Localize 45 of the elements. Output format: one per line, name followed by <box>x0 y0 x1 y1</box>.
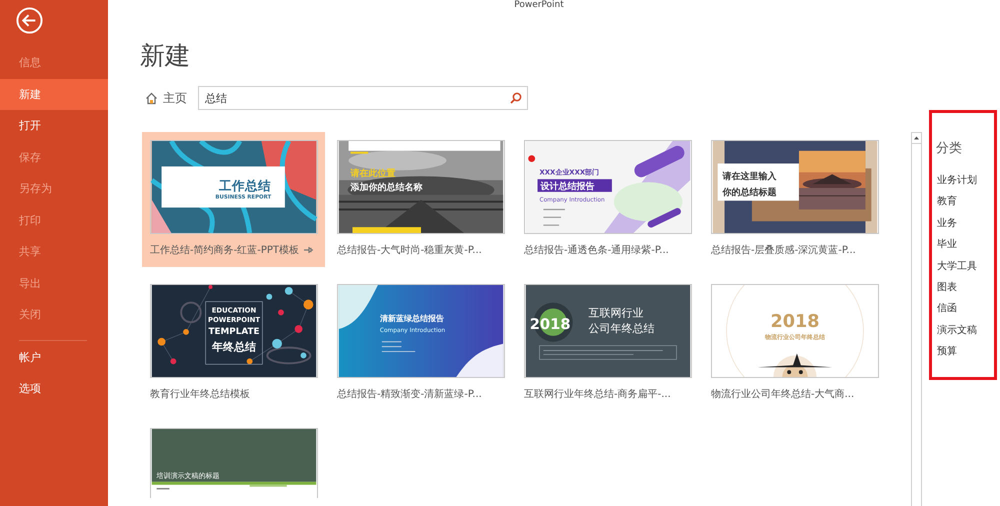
category-link[interactable]: 预算 <box>937 341 994 363</box>
template-card[interactable]: 请在此位置 添加你的总结名称 总结报告-大气时尚-稳重灰黄-P... <box>329 132 512 267</box>
page-heading: 新建 <box>140 40 190 72</box>
slide-text: 你的总结标题 <box>722 188 777 198</box>
category-link[interactable]: 演示文稿 <box>937 320 994 342</box>
home-link[interactable]: 主页 <box>145 90 187 106</box>
home-icon <box>145 92 158 104</box>
slide-thumbnail[interactable]: 请在这里输入 你的总结标题 <box>711 140 879 234</box>
category-link[interactable]: 毕业 <box>937 234 994 256</box>
pin-icon[interactable] <box>303 245 313 255</box>
slide-text: 2018 <box>770 312 820 332</box>
sidebar-item[interactable]: 选项 <box>0 373 108 404</box>
scrollbar[interactable] <box>911 132 922 506</box>
slide-text: 请在这里输入 <box>722 172 777 182</box>
window-title: PowerPoint <box>514 0 564 12</box>
template-title: 总结报告-层叠质感-深沉黄蓝-P... <box>711 244 856 257</box>
sidebar-item[interactable]: 帐户 <box>0 342 108 373</box>
slide-text: TEMPLATE <box>208 326 260 337</box>
template-title: 总结报告-通透色条-通用绿紫-P... <box>524 244 669 257</box>
search-field[interactable]: 总结 <box>198 86 528 110</box>
slide-text: 公司年终总结 <box>588 322 654 335</box>
slide-text: 请在此位置 <box>350 169 396 180</box>
template-title: 总结报告-大气时尚-稳重灰黄-P... <box>337 244 482 257</box>
template-title: 教育行业年终总结模板 <box>150 388 250 401</box>
category-link[interactable]: 图表 <box>937 277 994 298</box>
slide-text: 工作总结 <box>219 178 272 193</box>
category-link[interactable]: 大学工具 <box>937 256 994 278</box>
slide-text: 年终总结 <box>212 340 256 354</box>
category-link[interactable]: 业务计划 <box>937 170 994 192</box>
slide-text: 互联网行业 <box>588 306 644 320</box>
category-heading: 分类 <box>935 140 963 158</box>
category-link[interactable]: 教育 <box>937 191 994 213</box>
template-title: 总结报告-精致渐变-清新蓝绿-P... <box>337 388 482 401</box>
template-title: 工作总结-简约商务-红蓝-PPT模板 <box>150 244 299 257</box>
slide-thumbnail[interactable]: 请在此位置 添加你的总结名称 <box>337 140 505 234</box>
sidebar-item[interactable]: 打开 <box>0 110 108 142</box>
back-icon[interactable] <box>16 7 43 34</box>
template-card[interactable]: 请在这里输入 你的总结标题 总结报告-层叠质感-深沉黄蓝-P... <box>703 132 886 267</box>
template-title: 物流行业公司年终总结-大气商... <box>711 388 854 401</box>
category-link[interactable]: 业务 <box>937 212 994 234</box>
slide-text: 设计总结报告 <box>540 182 594 192</box>
slide-text: 添加你的总结名称 <box>350 182 423 193</box>
slide-text: 清新蓝绿总结报告 <box>380 314 444 324</box>
template-title: 互联网行业年终总结-商务扁平-... <box>524 388 671 401</box>
category-link[interactable]: 信函 <box>937 298 994 320</box>
